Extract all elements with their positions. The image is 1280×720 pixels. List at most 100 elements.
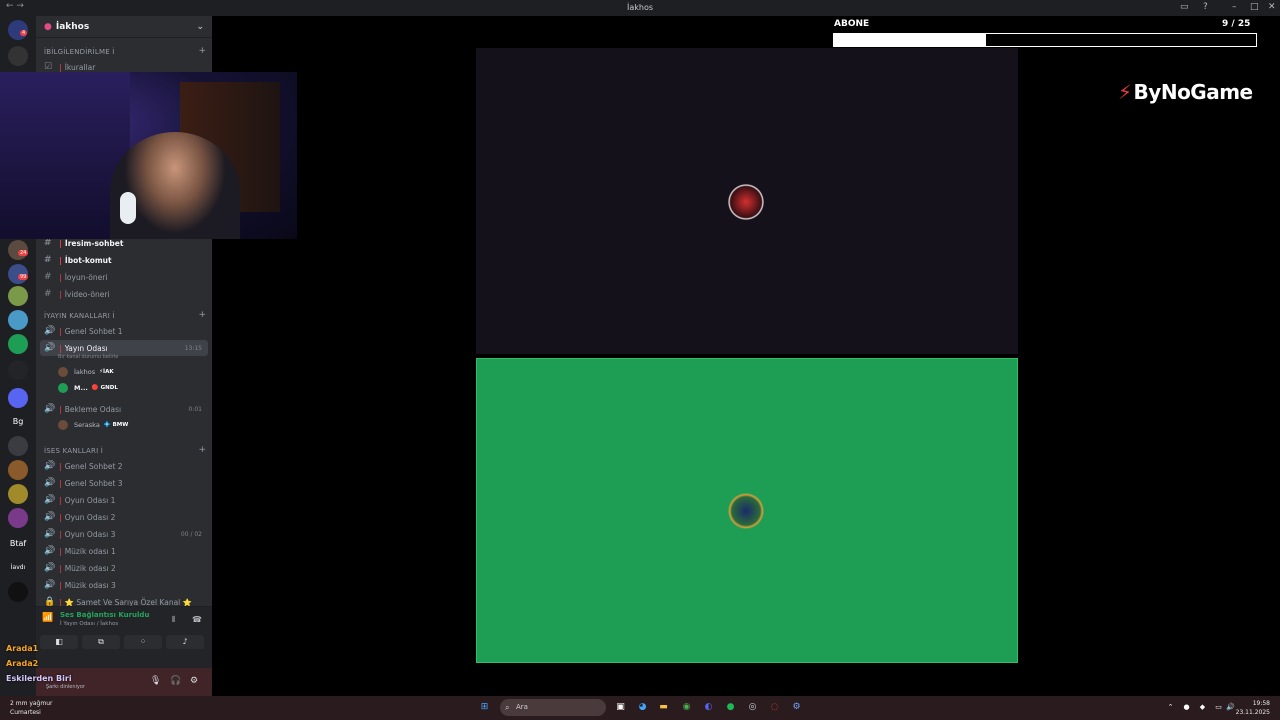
chat-overlay: Arada1 Arada2 Eskilerden Biri bbox=[6, 641, 72, 686]
weather-widget[interactable]: 2 mm yağmur Cumartesi bbox=[10, 699, 52, 717]
channel-video-oneri[interactable]: # | İvideo-öneri bbox=[40, 286, 208, 302]
avatar bbox=[58, 383, 68, 393]
activities-button[interactable]: ⁘ bbox=[124, 635, 162, 649]
app-icon[interactable]: ◌ bbox=[768, 701, 781, 714]
hash-icon: # bbox=[44, 255, 52, 265]
voice-location[interactable]: İ Yayın Odası / İakhos bbox=[60, 621, 118, 627]
channel-oyun-oneri[interactable]: # | İoyun-öneri bbox=[40, 269, 208, 285]
category-info[interactable]: İBİLGİLENDİRİLME İ bbox=[44, 48, 115, 56]
title-bar: ← → İakhos ▭ ? – □ ✕ bbox=[0, 0, 1280, 16]
channel-timer: 0:01 bbox=[188, 405, 202, 413]
server-icon[interactable] bbox=[8, 286, 28, 306]
server-icon[interactable] bbox=[8, 582, 28, 602]
channel-status[interactable]: Bir kanal durumu belirle bbox=[58, 354, 118, 360]
category-yayin[interactable]: İYAYIN KANALLARI İ bbox=[44, 312, 115, 320]
server-icon[interactable]: Btaf bbox=[8, 534, 28, 554]
signal-icon: 📶 bbox=[42, 613, 54, 623]
hash-icon: # bbox=[44, 238, 52, 248]
voice-channel[interactable]: 🔊 | Müzik odası 2 bbox=[40, 560, 208, 576]
server-header[interactable]: ● İakhos ⌄ bbox=[36, 16, 212, 38]
inbox-icon[interactable]: ▭ bbox=[1180, 2, 1189, 12]
server-icon[interactable] bbox=[8, 388, 28, 408]
voice-channel[interactable]: 🔊 | Oyun Odası 2 bbox=[40, 509, 208, 525]
voice-channel[interactable]: 🔊 | Oyun Odası 1 bbox=[40, 492, 208, 508]
channel-bot-komut[interactable]: # | İbot-komut bbox=[40, 252, 208, 268]
app-icon[interactable]: ⚙ bbox=[790, 701, 803, 714]
chevron-down-icon: ⌄ bbox=[196, 21, 204, 32]
close-button[interactable]: ✕ bbox=[1268, 2, 1276, 12]
server-icon[interactable] bbox=[8, 436, 28, 456]
voice-channel[interactable]: 🔊 | Bekleme Odası 0:01 bbox=[40, 401, 208, 417]
category-ses[interactable]: İSES KANLLARI İ bbox=[44, 447, 103, 455]
tray-chevron-icon[interactable]: ⌃ bbox=[1164, 701, 1177, 714]
spotify-icon[interactable]: ● bbox=[724, 701, 737, 714]
voice-channel[interactable]: 🔊 | Genel Sohbet 2 bbox=[40, 458, 208, 474]
taskbar-clock[interactable]: 19:58 23.11.2025 bbox=[1236, 699, 1270, 717]
speaker-icon: 🔊 bbox=[44, 495, 56, 505]
voice-status[interactable]: Ses Bağlantısı Kuruldu bbox=[60, 611, 149, 619]
avatar bbox=[58, 367, 68, 377]
participant-avatar[interactable] bbox=[726, 491, 766, 531]
voice-channel[interactable]: 🔊 | Müzik odası 1 bbox=[40, 543, 208, 559]
headphones-icon[interactable]: 🎧 bbox=[170, 676, 181, 686]
participant-avatar[interactable] bbox=[726, 182, 766, 222]
server-logo-icon: ● bbox=[44, 21, 52, 32]
screen-share-button[interactable]: ⧉ bbox=[82, 635, 120, 649]
bynogame-logo: ⚡ ByNoGame bbox=[1118, 80, 1253, 104]
voice-channel[interactable]: 🔊 | Genel Sohbet 3 bbox=[40, 475, 208, 491]
speaker-icon: 🔊 bbox=[44, 343, 56, 353]
logo-mark-icon: ⚡ bbox=[1118, 80, 1132, 104]
add-channel-icon[interactable]: + bbox=[198, 46, 206, 56]
server-icon[interactable]: İavdı bbox=[8, 558, 28, 578]
tray-app-icon[interactable]: ◆ bbox=[1196, 701, 1209, 714]
steam-icon[interactable]: ◎ bbox=[746, 701, 759, 714]
voice-member[interactable]: İakhos ⚡İAK bbox=[58, 365, 114, 379]
help-icon[interactable]: ? bbox=[1203, 2, 1208, 12]
microphone-icon[interactable]: 🎙 bbox=[150, 676, 161, 686]
window-title: İakhos bbox=[626, 3, 654, 12]
overlay-name: Arada2 bbox=[6, 659, 39, 668]
speaker-icon: 🔊 bbox=[44, 478, 56, 488]
add-channel-icon[interactable]: + bbox=[198, 310, 206, 320]
speaker-icon: 🔊 bbox=[44, 512, 56, 522]
voice-member[interactable]: Seraska 💠 BMW bbox=[58, 418, 128, 432]
badge: 4 bbox=[20, 30, 28, 36]
avatar bbox=[58, 420, 68, 430]
chrome-icon[interactable]: ◉ bbox=[680, 701, 693, 714]
stream-tile-bottom[interactable] bbox=[476, 358, 1018, 663]
hash-icon: # bbox=[44, 289, 52, 299]
search-icon: ⌕ bbox=[505, 703, 510, 712]
voice-channel[interactable]: 🔊 | Müzik odası 3 bbox=[40, 577, 208, 593]
noise-suppression-icon[interactable]: ⫴ bbox=[172, 615, 175, 625]
server-icon[interactable]: Bg bbox=[8, 412, 28, 432]
voice-member[interactable]: M... 🔴 GNDL bbox=[58, 381, 118, 395]
server-icon[interactable] bbox=[8, 508, 28, 528]
soundboard-button[interactable]: ♪ bbox=[166, 635, 204, 649]
server-icon[interactable] bbox=[8, 46, 28, 66]
add-channel-icon[interactable]: + bbox=[198, 445, 206, 455]
file-explorer-icon[interactable]: ▬ bbox=[657, 701, 670, 714]
voice-channel[interactable]: 🔊 | Genel Sohbet 1 bbox=[40, 323, 208, 339]
minimize-button[interactable]: – bbox=[1232, 2, 1237, 12]
disconnect-icon[interactable]: ☎ bbox=[192, 615, 202, 624]
discord-icon[interactable]: ◐ bbox=[702, 701, 715, 714]
user-limit: 00 / 02 bbox=[180, 530, 202, 538]
server-icon[interactable] bbox=[8, 460, 28, 480]
server-icon[interactable] bbox=[8, 334, 28, 354]
subscriber-goal-bar bbox=[833, 33, 1257, 47]
server-icon[interactable] bbox=[8, 484, 28, 504]
server-icon[interactable] bbox=[8, 360, 28, 380]
start-icon[interactable]: ⊞ bbox=[478, 701, 491, 714]
task-view-icon[interactable]: ▣ bbox=[614, 701, 627, 714]
settings-icon[interactable]: ⚙ bbox=[190, 676, 198, 686]
edge-icon[interactable]: ◕ bbox=[636, 701, 649, 714]
subscriber-goal-label: ABONE bbox=[834, 19, 870, 29]
taskbar-search[interactable]: ⌕ Ara bbox=[500, 699, 606, 716]
maximize-button[interactable]: □ bbox=[1250, 2, 1259, 12]
stream-tile-top[interactable] bbox=[476, 48, 1018, 354]
voice-channel[interactable]: 🔊 | Oyun Odası 3 00 / 02 bbox=[40, 526, 208, 542]
tray-app-icon[interactable]: ● bbox=[1180, 701, 1193, 714]
server-icon[interactable] bbox=[8, 310, 28, 330]
speaker-icon: 🔊 bbox=[44, 404, 56, 414]
speaker-icon: 🔊 bbox=[44, 580, 56, 590]
